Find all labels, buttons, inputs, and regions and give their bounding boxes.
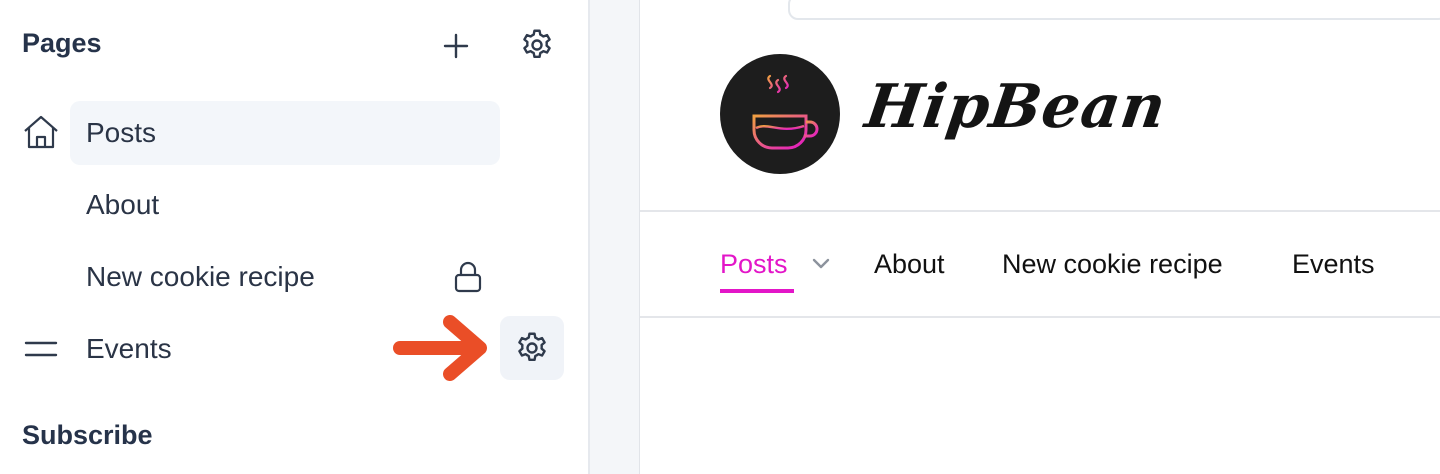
nav-divider	[640, 316, 1440, 318]
nav-item-events[interactable]: Events	[1292, 249, 1375, 280]
brand-logo	[720, 54, 840, 174]
events-page-settings-button[interactable]	[500, 316, 564, 380]
page-item-label: New cookie recipe	[86, 261, 315, 292]
page-item-label: Posts	[86, 117, 157, 148]
chevron-down-icon[interactable]	[810, 256, 832, 272]
lock-icon	[454, 261, 482, 293]
nav-item-posts[interactable]: Posts	[720, 249, 788, 280]
arrow-pointer-icon	[393, 315, 487, 381]
nav-item-new-cookie-recipe[interactable]: New cookie recipe	[1002, 249, 1223, 280]
page-item-about[interactable]: About	[70, 173, 500, 237]
page-item-label: Events	[86, 333, 172, 364]
gear-icon	[518, 332, 546, 362]
brand-name[interactable]: HipBean	[861, 72, 1171, 142]
pages-sidebar: Pages Posts About New cookie recipe Even…	[0, 0, 588, 474]
page-item-label: About	[86, 189, 160, 220]
header-divider	[640, 210, 1440, 212]
gear-icon	[523, 29, 551, 59]
nav-active-underline	[720, 289, 794, 293]
add-page-button[interactable]	[434, 24, 478, 68]
pages-section-title: Pages	[22, 28, 102, 58]
drag-handle-icon[interactable]	[24, 338, 58, 360]
nav-item-about[interactable]: About	[874, 249, 945, 280]
pages-settings-button[interactable]	[514, 22, 560, 68]
home-icon	[24, 115, 58, 149]
page-item-new-cookie-recipe[interactable]: New cookie recipe	[70, 245, 500, 309]
subscribe-section-title: Subscribe	[22, 420, 153, 450]
preview-gutter	[590, 0, 640, 474]
preview-address-bar[interactable]	[788, 0, 1440, 20]
app-window: Pages Posts About New cookie recipe Even…	[0, 0, 1440, 474]
plus-icon	[443, 33, 469, 59]
page-item-posts[interactable]: Posts	[70, 101, 500, 165]
coffee-cup-icon	[752, 74, 819, 150]
